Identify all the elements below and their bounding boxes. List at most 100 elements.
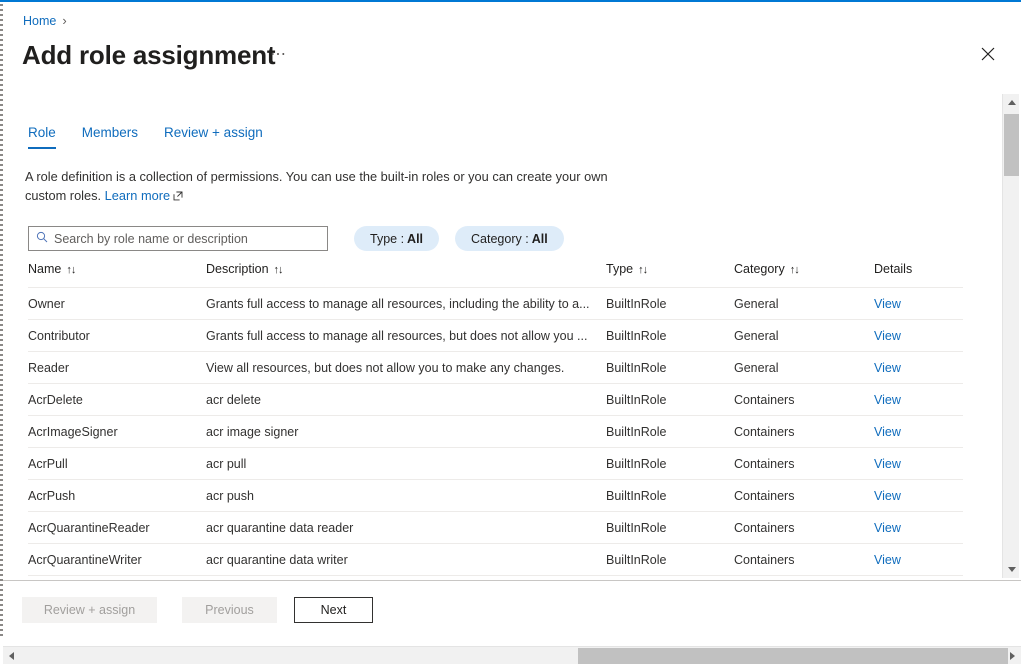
breadcrumb: Home ›: [23, 13, 67, 28]
sort-icon: ↑↓: [66, 264, 75, 276]
cell-type: BuiltInRole: [606, 320, 734, 352]
next-button[interactable]: Next: [294, 597, 373, 623]
search-box[interactable]: [28, 226, 328, 251]
tab-members[interactable]: Members: [69, 122, 151, 149]
cell-category: Containers: [734, 416, 874, 448]
scroll-down-arrow-icon[interactable]: [1003, 561, 1020, 578]
table-row[interactable]: Reader View all resources, but does not …: [28, 352, 963, 384]
column-header-name-label: Name: [28, 262, 61, 276]
cell-name: Contributor: [28, 320, 206, 352]
filter-pill-category[interactable]: Category :All: [455, 226, 564, 251]
scroll-up-arrow-icon[interactable]: [1003, 94, 1020, 111]
cell-details-view-link[interactable]: View: [874, 544, 963, 576]
blade-panel: Home › Add role assignment ⋯ Role Member…: [0, 0, 1021, 664]
tab-review-assign[interactable]: Review + assign: [151, 122, 276, 149]
horizontal-scrollbar-thumb[interactable]: [578, 648, 1008, 664]
vertical-scrollbar-thumb[interactable]: [1004, 114, 1019, 176]
close-button[interactable]: [977, 43, 999, 65]
cell-details-view-link[interactable]: View: [874, 448, 963, 480]
learn-more-link[interactable]: Learn more: [105, 188, 170, 203]
close-icon: [981, 47, 995, 61]
filter-pill-type[interactable]: Type :All: [354, 226, 439, 251]
cell-details-view-link[interactable]: View: [874, 288, 963, 320]
column-header-type-label: Type: [606, 262, 633, 276]
external-link-icon: [173, 187, 183, 206]
cell-type: BuiltInRole: [606, 416, 734, 448]
cell-description: acr push: [206, 480, 606, 512]
table-header-row: Name ↑↓ Description ↑↓ Type ↑↓ Category↑↓ D…: [28, 262, 963, 288]
table-row[interactable]: AcrQuarantineReader acr quarantine data …: [28, 512, 963, 544]
table-row[interactable]: AcrPull acr pull BuiltInRole Containers …: [28, 448, 963, 480]
cell-description: Grants full access to manage all resourc…: [206, 288, 606, 320]
tab-role[interactable]: Role: [24, 122, 69, 149]
cell-details-view-link[interactable]: View: [874, 512, 963, 544]
table-row[interactable]: Owner Grants full access to manage all r…: [28, 288, 963, 320]
column-header-category-label: Category: [734, 262, 785, 276]
cell-description: Grants full access to manage all resourc…: [206, 320, 606, 352]
sort-icon: ↑↓: [638, 264, 647, 276]
cell-details-view-link[interactable]: View: [874, 480, 963, 512]
filter-type-label: Type :: [370, 232, 404, 246]
filter-row: Type :All Category :All: [28, 226, 564, 251]
horizontal-scrollbar[interactable]: [3, 646, 1021, 664]
page-title: Add role assignment: [22, 40, 275, 71]
cell-details-view-link[interactable]: View: [874, 320, 963, 352]
column-header-category[interactable]: Category↑↓: [734, 262, 874, 288]
cell-details-view-link[interactable]: View: [874, 384, 963, 416]
table-body: Owner Grants full access to manage all r…: [28, 288, 963, 576]
cell-name: AcrPull: [28, 448, 206, 480]
table-row[interactable]: AcrQuarantineWriter acr quarantine data …: [28, 544, 963, 576]
column-header-description[interactable]: Description ↑↓: [206, 262, 606, 288]
column-header-type[interactable]: Type ↑↓: [606, 262, 734, 288]
cell-name: AcrQuarantineWriter: [28, 544, 206, 576]
cell-category: Containers: [734, 544, 874, 576]
more-options-button[interactable]: ⋯: [270, 46, 287, 64]
cell-details-view-link[interactable]: View: [874, 352, 963, 384]
table-row[interactable]: AcrDelete acr delete BuiltInRole Contain…: [28, 384, 963, 416]
breadcrumb-item-home[interactable]: Home: [23, 14, 56, 28]
cell-name: AcrPush: [28, 480, 206, 512]
cell-category: General: [734, 288, 874, 320]
table-row[interactable]: AcrImageSigner acr image signer BuiltInR…: [28, 416, 963, 448]
footer-actions: Review + assign Previous Next: [22, 597, 373, 623]
cell-name: Reader: [28, 352, 206, 384]
column-header-details-label: Details: [874, 262, 912, 276]
cell-type: BuiltInRole: [606, 448, 734, 480]
vertical-scrollbar[interactable]: [1002, 94, 1019, 578]
footer-divider: [3, 580, 1021, 581]
review-assign-button[interactable]: Review + assign: [22, 597, 157, 623]
breadcrumb-separator-icon: ›: [62, 13, 66, 28]
cell-type: BuiltInRole: [606, 480, 734, 512]
cell-type: BuiltInRole: [606, 512, 734, 544]
cell-type: BuiltInRole: [606, 544, 734, 576]
sort-icon: ↑↓: [274, 264, 283, 276]
table-header: Name ↑↓ Description ↑↓ Type ↑↓ Category↑↓ D…: [28, 262, 963, 288]
cell-category: Containers: [734, 480, 874, 512]
roles-table: Name ↑↓ Description ↑↓ Type ↑↓ Category↑↓ D…: [28, 262, 963, 576]
cell-name: AcrQuarantineReader: [28, 512, 206, 544]
blade-resize-handle[interactable]: [0, 4, 3, 638]
cell-category: General: [734, 352, 874, 384]
column-header-description-label: Description: [206, 262, 269, 276]
scroll-right-arrow-icon[interactable]: [1004, 647, 1021, 664]
cell-details-view-link[interactable]: View: [874, 416, 963, 448]
column-header-name[interactable]: Name ↑↓: [28, 262, 206, 288]
previous-button[interactable]: Previous: [182, 597, 277, 623]
cell-description: acr delete: [206, 384, 606, 416]
filter-type-value: All: [407, 232, 423, 246]
cell-type: BuiltInRole: [606, 384, 734, 416]
scroll-left-arrow-icon[interactable]: [3, 647, 20, 664]
search-icon: [36, 230, 48, 248]
column-header-details: Details: [874, 262, 963, 288]
table-row[interactable]: AcrPush acr push BuiltInRole Containers …: [28, 480, 963, 512]
cell-description: acr quarantine data reader: [206, 512, 606, 544]
cell-name: Owner: [28, 288, 206, 320]
search-input[interactable]: [54, 232, 320, 246]
table-row[interactable]: Contributor Grants full access to manage…: [28, 320, 963, 352]
cell-type: BuiltInRole: [606, 352, 734, 384]
roles-table-container: Name ↑↓ Description ↑↓ Type ↑↓ Category↑↓ D…: [28, 262, 963, 576]
cell-category: General: [734, 320, 874, 352]
cell-description: acr quarantine data writer: [206, 544, 606, 576]
cell-name: AcrImageSigner: [28, 416, 206, 448]
cell-type: BuiltInRole: [606, 288, 734, 320]
